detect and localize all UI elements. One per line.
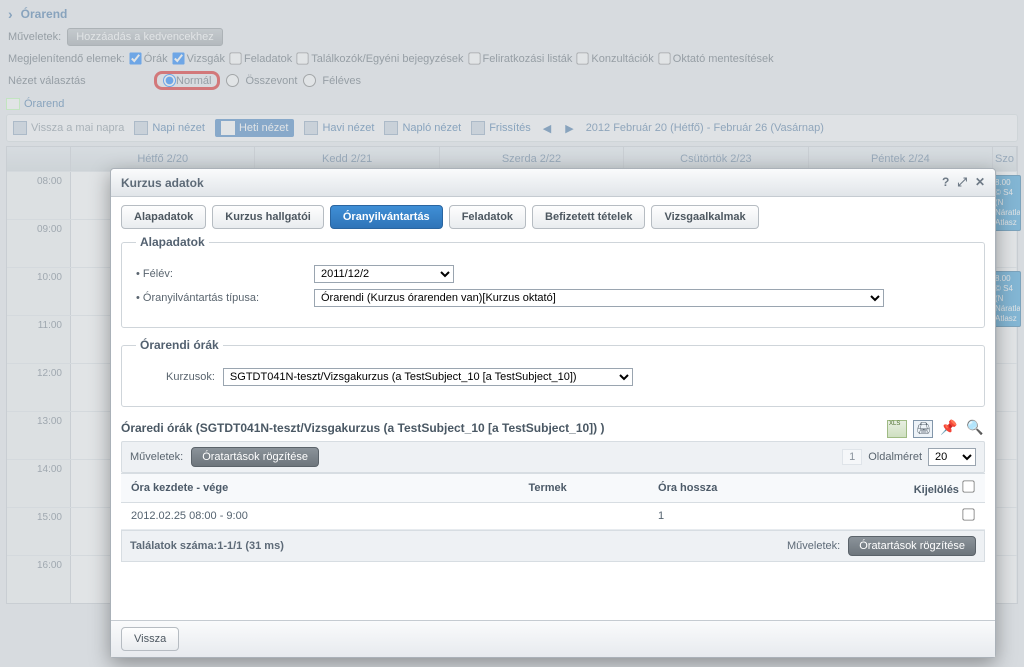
pagesize-label: Oldalméret <box>868 451 922 463</box>
cell-len: 1 <box>648 503 864 530</box>
tipus-label: Óranyilvántartás típusa: <box>136 292 306 304</box>
cell-time: 2012.02.25 08:00 - 9:00 <box>121 503 518 530</box>
th-room[interactable]: Termek <box>518 474 648 503</box>
record-button-bottom[interactable]: Óratartások rögzítése <box>848 536 976 556</box>
expand-button[interactable]: ⤢ <box>957 175 967 190</box>
search-icon[interactable] <box>965 420 985 438</box>
close-button[interactable]: ✕ <box>975 175 985 190</box>
print-icon[interactable] <box>913 420 933 438</box>
felev-select[interactable]: 2011/12/2 <box>314 265 454 283</box>
fieldset-orarendi: Órarendi órák Kurzusok: SGTDT041N-teszt/… <box>121 338 985 407</box>
th-time[interactable]: Óra kezdete - vége <box>121 474 518 503</box>
select-all-checkbox[interactable] <box>962 480 974 492</box>
cell-room <box>518 503 648 530</box>
pin-icon[interactable] <box>939 420 959 438</box>
pagesize-select[interactable]: 20 <box>928 448 976 466</box>
back-button[interactable]: Vissza <box>121 627 179 651</box>
modal-course-data: Kurzus adatok ? ⤢ ✕ Alapadatok Kurzus ha… <box>110 168 996 658</box>
tab-oranyilvantartas[interactable]: Óranyilvántartás <box>330 205 443 229</box>
tab-hallgatoi[interactable]: Kurzus hallgatói <box>212 205 324 229</box>
help-button[interactable]: ? <box>942 175 949 190</box>
fieldset-alapadatok: Alapadatok Félév: 2011/12/2 Óranyilvánta… <box>121 235 985 328</box>
tipus-select[interactable]: Órarendi (Kurzus órarenden van)[Kurzus o… <box>314 289 884 307</box>
th-sel-label: Kijelölés <box>914 484 959 496</box>
ops-label-modal: Műveletek: <box>130 451 183 463</box>
tab-befizetett[interactable]: Befizetett tételek <box>532 205 645 229</box>
tab-feladatok[interactable]: Feladatok <box>449 205 526 229</box>
th-len[interactable]: Óra hossza <box>648 474 864 503</box>
page-number-badge: 1 <box>842 449 862 465</box>
modal-title-text: Kurzus adatok <box>121 176 204 190</box>
list-title: Óraredi órák (SGTDT041N-teszt/Vizsgakurz… <box>121 421 605 435</box>
record-button-top[interactable]: Óratartások rögzítése <box>191 447 319 467</box>
table-row: 2012.02.25 08:00 - 9:00 1 <box>121 503 985 530</box>
results-count: Találatok száma:1-1/1 (31 ms) <box>130 540 284 552</box>
tab-vizsgaalkalmak[interactable]: Vizsgaalkalmak <box>651 205 758 229</box>
ops-bar-top: Műveletek: Óratartások rögzítése 1 Oldal… <box>121 441 985 473</box>
export-xls-icon[interactable] <box>887 420 907 438</box>
tab-alapadatok[interactable]: Alapadatok <box>121 205 206 229</box>
kurzusok-label: Kurzusok: <box>166 371 215 383</box>
th-sel[interactable]: Kijelölés <box>864 474 985 503</box>
results-footer: Találatok száma:1-1/1 (31 ms) Műveletek:… <box>121 530 985 562</box>
row-select-checkbox[interactable] <box>962 508 974 520</box>
fieldset-orarendi-legend: Órarendi órák <box>136 338 223 352</box>
felev-label: Félév: <box>136 268 306 280</box>
ops-label-bottom: Műveletek: <box>787 540 840 552</box>
fieldset-alapadatok-legend: Alapadatok <box>136 235 209 249</box>
kurzusok-select[interactable]: SGTDT041N-teszt/Vizsgakurzus (a TestSubj… <box>223 368 633 386</box>
lessons-table: Óra kezdete - vége Termek Óra hossza Kij… <box>121 473 985 530</box>
